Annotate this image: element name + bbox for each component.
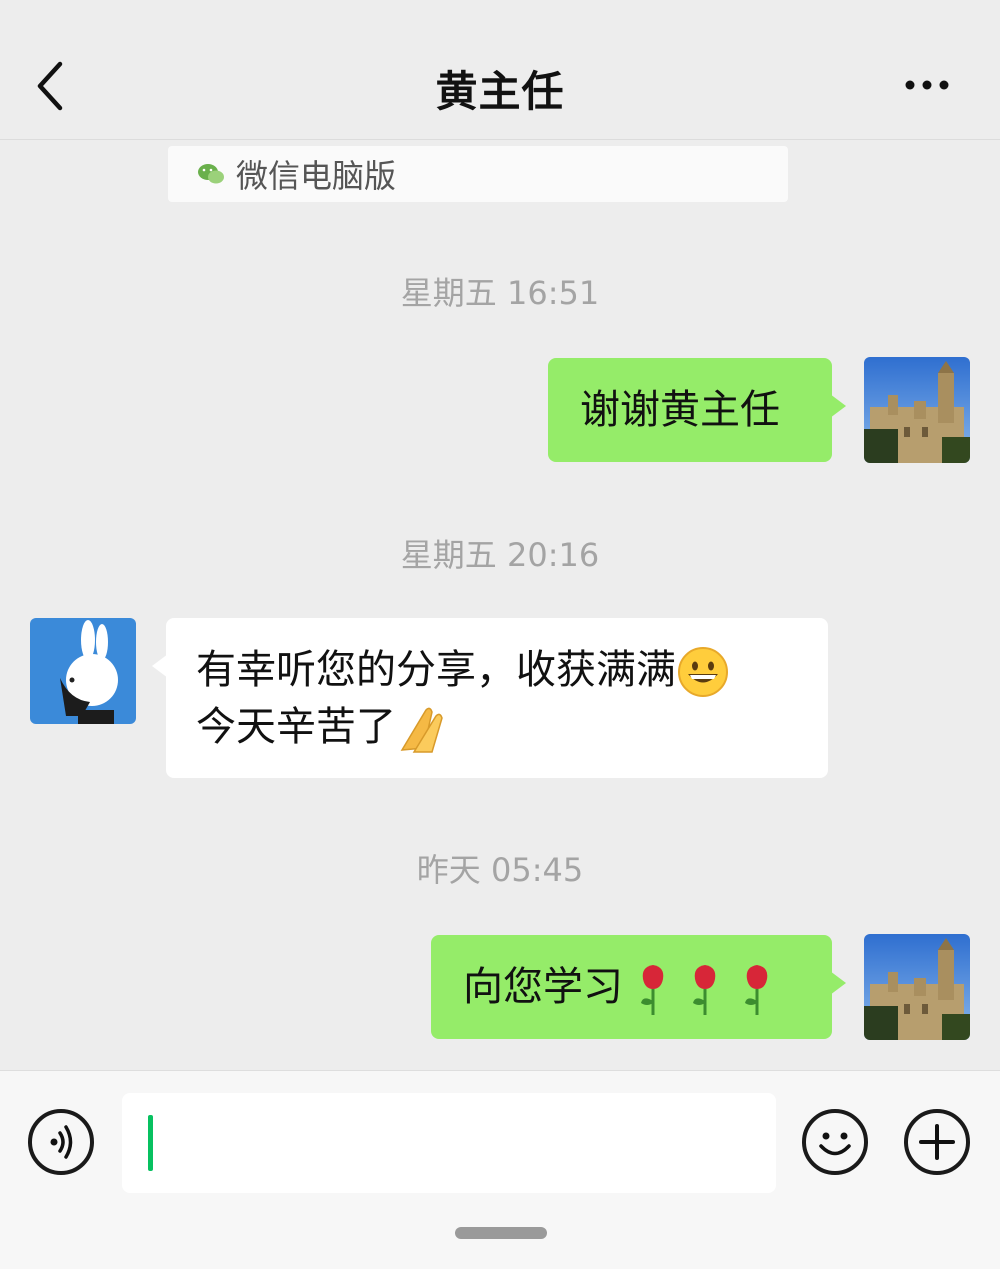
my-message-bubble[interactable]: 向您学习 bbox=[431, 935, 846, 1039]
contact-message-bubble[interactable]: 有幸听您的分享，收获满满 今天辛苦了 bbox=[152, 618, 828, 778]
rose-icon bbox=[641, 965, 768, 1015]
message-line: 有幸听您的分享，收获满满 bbox=[196, 642, 798, 699]
chat-title: 黄主任 bbox=[435, 67, 565, 116]
wechat-pc-card[interactable]: 微信电脑版 bbox=[168, 146, 788, 202]
text-caret bbox=[148, 1115, 153, 1171]
home-indicator[interactable] bbox=[455, 1227, 547, 1239]
emoji-icon bbox=[819, 1132, 851, 1156]
more-button[interactable] bbox=[900, 70, 960, 100]
message-text: 今天辛苦了 bbox=[196, 704, 396, 750]
emoji-button[interactable] bbox=[802, 1109, 868, 1175]
voice-button[interactable] bbox=[28, 1109, 94, 1175]
grinning-face-icon bbox=[678, 647, 728, 697]
plus-button[interactable] bbox=[904, 1109, 970, 1175]
castle-photo bbox=[864, 934, 970, 1040]
folded-hands-icon bbox=[400, 707, 443, 753]
timestamp: 星期五 16:51 bbox=[400, 274, 600, 312]
card-label: 微信电脑版 bbox=[236, 157, 397, 195]
message-text: 有幸听您的分享，收获满满 bbox=[196, 647, 676, 693]
plus-icon bbox=[919, 1124, 955, 1160]
input-bar bbox=[0, 1070, 1000, 1215]
timestamp: 星期五 20:16 bbox=[400, 536, 600, 574]
more-dots-icon bbox=[905, 80, 949, 90]
contact-avatar[interactable] bbox=[30, 618, 136, 724]
castle-photo bbox=[864, 357, 970, 463]
voice-icon bbox=[50, 1125, 73, 1159]
message-text: 谢谢黄主任 bbox=[580, 387, 780, 433]
chat-header: 黄主任 bbox=[0, 0, 1000, 140]
my-avatar[interactable] bbox=[864, 934, 970, 1040]
my-message-bubble[interactable]: 谢谢黄主任 bbox=[548, 358, 846, 462]
timestamp: 昨天 05:45 bbox=[416, 851, 584, 889]
message-text: 向您学习 bbox=[463, 964, 623, 1010]
message-line: 今天辛苦了 bbox=[196, 699, 798, 756]
my-avatar[interactable] bbox=[864, 357, 970, 463]
home-area bbox=[0, 1215, 1000, 1269]
bunny-avatar bbox=[30, 618, 136, 724]
wechat-icon bbox=[198, 164, 224, 184]
message-input[interactable] bbox=[122, 1093, 776, 1193]
